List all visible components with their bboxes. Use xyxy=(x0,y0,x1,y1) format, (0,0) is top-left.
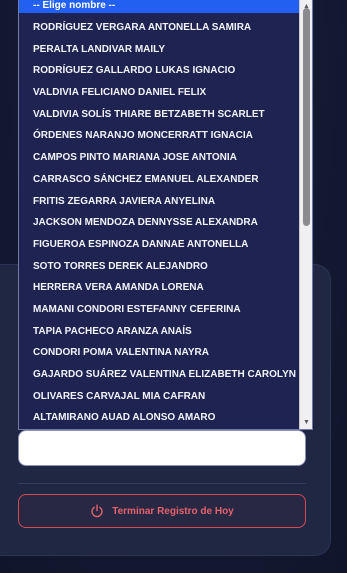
dropdown-option[interactable]: RODRÍGUEZ VERGARA ANTONELLA SAMIRA xyxy=(19,17,301,39)
dropdown-option-placeholder[interactable]: -- Elige nombre -- xyxy=(19,0,301,13)
card-divider xyxy=(18,483,306,484)
dropdown-option[interactable]: VALDIVIA SOLÍS THIARE BETZABETH SCARLET xyxy=(19,104,301,126)
end-registration-label: Terminar Registro de Hoy xyxy=(112,505,234,517)
name-search-input[interactable] xyxy=(18,430,306,466)
app-screen: Terminar Registro de Hoy -- Elige nombre… xyxy=(0,0,347,573)
dropdown-option[interactable]: FIGUEROA ESPINOZA DANNAE ANTONELLA xyxy=(19,234,301,256)
name-dropdown-list[interactable]: -- Elige nombre -- RODRÍGUEZ VERGARA ANT… xyxy=(18,0,313,430)
dropdown-option[interactable]: PERALTA LANDIVAR MAILY xyxy=(19,39,301,61)
dropdown-option[interactable]: MAMANI CONDORI ESTEFANNY CEFERINA xyxy=(19,299,301,321)
dropdown-option[interactable]: SOTO TORRES DEREK ALEJANDRO xyxy=(19,256,301,278)
dropdown-option[interactable]: ALTAMIRANO AUAD ALONSO AMARO xyxy=(19,407,301,429)
dropdown-option[interactable]: TAPIA PACHECO ARANZA ANAÍS xyxy=(19,321,301,343)
dropdown-option[interactable]: RODRÍGUEZ GALLARDO LUKAS IGNACIO xyxy=(19,60,301,82)
dropdown-option[interactable]: OLIVARES CARVAJAL MIA CAFRAN xyxy=(19,386,301,408)
dropdown-option[interactable]: GAJARDO SUÁREZ VALENTINA ELIZABETH CAROL… xyxy=(19,364,301,386)
dropdown-option[interactable]: VALDIVIA FELICIANO DANIEL FELIX xyxy=(19,82,301,104)
dropdown-option[interactable]: HERRERA VERA AMANDA LORENA xyxy=(19,277,301,299)
scroll-thumb[interactable] xyxy=(303,8,310,226)
power-icon xyxy=(90,504,104,518)
dropdown-option[interactable]: ÓRDENES NARANJO MONCERRATT IGNACIA xyxy=(19,125,301,147)
dropdown-option[interactable]: CARRASCO SÁNCHEZ EMANUEL ALEXANDER xyxy=(19,169,301,191)
dropdown-option[interactable]: CAMPOS PINTO MARIANA JOSE ANTONIA xyxy=(19,147,301,169)
dropdown-option[interactable]: CONDORI POMA VALENTINA NAYRA xyxy=(19,342,301,364)
scroll-down-arrow-icon[interactable]: ▼ xyxy=(300,416,312,428)
dropdown-options: -- Elige nombre -- RODRÍGUEZ VERGARA ANT… xyxy=(19,0,301,429)
end-registration-button[interactable]: Terminar Registro de Hoy xyxy=(18,494,306,528)
dropdown-scrollbar[interactable]: ▲ ▼ xyxy=(299,0,312,429)
dropdown-option[interactable]: JACKSON MENDOZA DENNYSSE ALEXANDRA xyxy=(19,212,301,234)
dropdown-option[interactable]: FRITIS ZEGARRA JAVIERA ANYELINA xyxy=(19,191,301,213)
